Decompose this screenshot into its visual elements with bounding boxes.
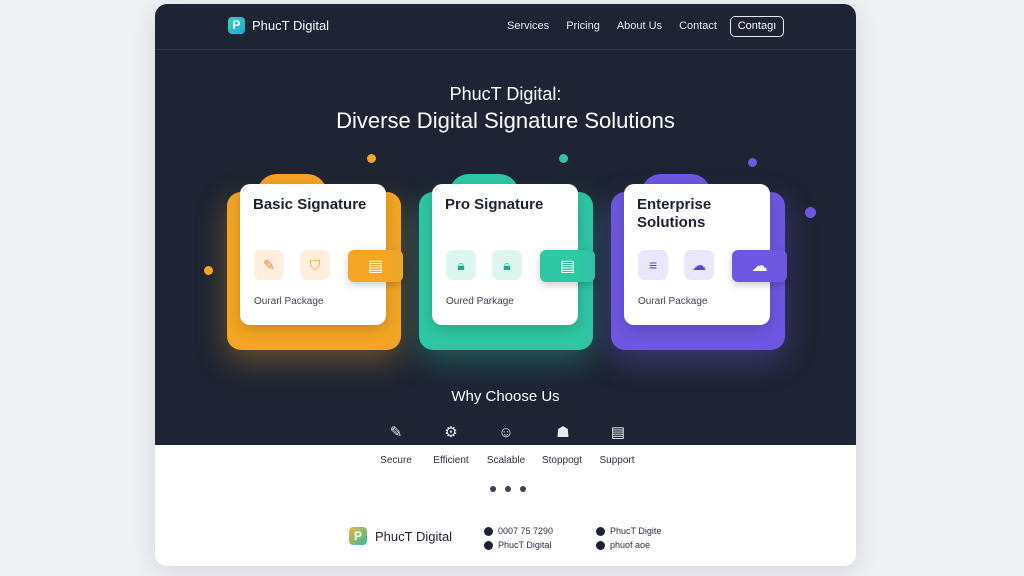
hero-title-line2: Diverse Digital Signature Solutions <box>336 108 675 133</box>
nav-contact[interactable]: Contact <box>679 20 717 32</box>
shield-icon: ⛉ <box>300 250 330 280</box>
why-choose-us-title: Why Choose Us <box>451 388 560 405</box>
contact-button[interactable]: Contagı <box>730 16 784 37</box>
document-edit-icon[interactable]: ▤ <box>348 250 403 282</box>
plan-card-pro[interactable]: Pro Signature 🔒︎ 🔒︎ Oured Parkage ▤ <box>419 174 595 354</box>
social-icon <box>484 540 493 550</box>
nav-pricing[interactable]: Pricing <box>566 20 600 32</box>
logo-icon: P <box>349 527 367 545</box>
document-icon: ▤ <box>610 424 626 441</box>
cloud-download-icon: ☁ <box>684 250 714 280</box>
footer-handle-text: PhucT Digital <box>498 540 552 550</box>
feature-label-stoppogt: Stoppogt <box>541 455 583 466</box>
footer-social-1-text: PhucT Digite <box>610 526 662 536</box>
plan-package: Ourarl Package <box>254 296 324 307</box>
whatsapp-icon <box>484 526 493 536</box>
logo-icon: P <box>228 17 245 34</box>
footer-phone-text: 0007 75 7290 <box>498 526 554 536</box>
main-nav: Services Pricing About Us Contact <box>507 20 734 32</box>
plan-title: Basic Signature <box>253 196 367 213</box>
pagination-dot[interactable] <box>505 486 511 492</box>
feature-label-secure: Secure <box>380 455 412 466</box>
footer-social-1[interactable]: PhucT Digite <box>596 526 661 536</box>
pagination-dot[interactable] <box>520 486 526 492</box>
footer-social-2-text: phuof aoe <box>610 540 651 550</box>
nav-services[interactable]: Services <box>507 20 549 32</box>
decor-dot <box>748 158 757 167</box>
brand-logo[interactable]: P PhucT Digital <box>228 17 329 34</box>
feature-label-efficient: Efficient <box>433 455 469 466</box>
plan-card-enterprise[interactable]: Enterprise Solutions ≡ ☁ Ourarl Package … <box>611 174 787 354</box>
decor-dot <box>204 266 213 275</box>
footer-logo[interactable]: P PhucT Digital <box>349 527 452 545</box>
decor-dot <box>559 154 568 163</box>
document-search-icon[interactable]: ▤ <box>540 250 595 282</box>
facebook-icon <box>596 540 605 550</box>
brand-name: PhucT Digital <box>252 18 330 33</box>
gear-icon: ⚙ <box>444 424 458 441</box>
footer-handle[interactable]: PhucT Digital <box>484 540 551 550</box>
footer-social-2[interactable]: phuof aoe <box>596 540 650 550</box>
cloud-upload-icon[interactable]: ☁ <box>732 250 787 282</box>
plan-title: Pro Signature <box>445 196 544 213</box>
lock-icon: 🔒︎ <box>492 250 522 280</box>
pagination-dot[interactable] <box>490 486 496 492</box>
decor-dot <box>805 207 816 218</box>
plan-card-basic[interactable]: Basic Signature ✎ ⛉ Ourarl Package ▤ <box>227 174 403 354</box>
feature-label-support: Support <box>599 455 635 466</box>
plan-title: Enterprise Solutions <box>637 196 712 231</box>
lock-icon: 🔒︎ <box>446 250 476 280</box>
hero-title-line1: PhucT Digital: <box>449 84 562 104</box>
footer-phone[interactable]: 0007 75 7290 <box>484 526 553 536</box>
plan-package: Ourarl Package <box>638 296 708 307</box>
pen-icon: ✎ <box>389 424 403 441</box>
list-icon: ≡ <box>638 250 668 280</box>
nav-about-us[interactable]: About Us <box>617 20 662 32</box>
plan-package: Oured Parkage <box>446 296 514 307</box>
instagram-icon <box>596 526 605 536</box>
footer-brand-name: PhucT Digital <box>375 528 453 544</box>
browser-window: P PhucT Digital Services Pricing About U… <box>155 4 856 566</box>
user-icon: ☺ <box>498 424 514 441</box>
site-header: P PhucT Digital Services Pricing About U… <box>155 4 856 50</box>
support-icon: ☗ <box>556 424 570 441</box>
decor-dot <box>367 154 376 163</box>
feature-label-scalable: Scalable <box>486 455 526 466</box>
pen-icon: ✎ <box>254 250 284 280</box>
